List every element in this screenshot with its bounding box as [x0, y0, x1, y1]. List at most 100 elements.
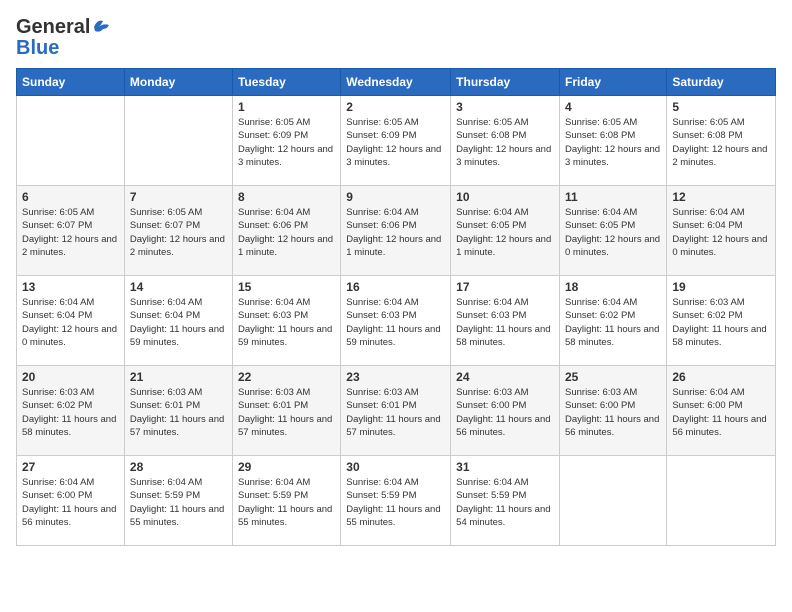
cell-week4-day6: 26 Sunrise: 6:04 AM Sunset: 6:00 PM Dayli… — [667, 366, 776, 456]
cell-week1-day1 — [124, 96, 232, 186]
logo-general: General — [16, 16, 90, 39]
cell-week5-day5 — [560, 456, 667, 546]
cell-week4-day4: 24 Sunrise: 6:03 AM Sunset: 6:00 PM Dayli… — [451, 366, 560, 456]
weekday-header-monday: Monday — [124, 69, 232, 96]
cell-week1-day4: 3 Sunrise: 6:05 AM Sunset: 6:08 PM Daylig… — [451, 96, 560, 186]
page-header: General Blue — [16, 16, 776, 60]
weekday-header-saturday: Saturday — [667, 69, 776, 96]
day-number: 13 — [22, 280, 119, 294]
weekday-header-friday: Friday — [560, 69, 667, 96]
day-info: Sunrise: 6:03 AM Sunset: 6:01 PM Dayligh… — [130, 386, 227, 439]
day-info: Sunrise: 6:03 AM Sunset: 6:00 PM Dayligh… — [565, 386, 661, 439]
day-info: Sunrise: 6:04 AM Sunset: 6:05 PM Dayligh… — [456, 206, 554, 259]
day-number: 31 — [456, 460, 554, 474]
calendar-table: SundayMondayTuesdayWednesdayThursdayFrid… — [16, 68, 776, 546]
week-row-2: 6Sunrise: 6:05 AM Sunset: 6:07 PM Daylig… — [17, 186, 776, 276]
day-number: 28 — [130, 460, 227, 474]
day-info: Sunrise: 6:05 AM Sunset: 6:09 PM Dayligh… — [346, 116, 445, 169]
day-info: Sunrise: 6:04 AM Sunset: 6:00 PM Dayligh… — [672, 386, 770, 439]
day-number: 18 — [565, 280, 661, 294]
week-row-1: 1Sunrise: 6:05 AM Sunset: 6:09 PM Daylig… — [17, 96, 776, 186]
day-number: 7 — [130, 190, 227, 204]
cell-week5-day3: 30Sunrise: 6:04 AM Sunset: 5:59 PM Dayli… — [341, 456, 451, 546]
weekday-header-row: SundayMondayTuesdayWednesdayThursdayFrid… — [17, 69, 776, 96]
day-number: 29 — [238, 460, 335, 474]
day-info: Sunrise: 6:05 AM Sunset: 6:08 PM Dayligh… — [565, 116, 661, 169]
day-number: 21 — [130, 370, 227, 384]
day-info: Sunrise: 6:04 AM Sunset: 6:04 PM Dayligh… — [22, 296, 119, 349]
day-number: 15 — [238, 280, 335, 294]
weekday-header-tuesday: Tuesday — [232, 69, 340, 96]
day-info: Sunrise: 6:05 AM Sunset: 6:08 PM Dayligh… — [456, 116, 554, 169]
cell-week1-day2: 1Sunrise: 6:05 AM Sunset: 6:09 PM Daylig… — [232, 96, 340, 186]
cell-week3-day5: 18 Sunrise: 6:04 AM Sunset: 6:02 PM Dayli… — [560, 276, 667, 366]
day-number: 26 — [672, 370, 770, 384]
day-number: 24 — [456, 370, 554, 384]
weekday-header-wednesday: Wednesday — [341, 69, 451, 96]
cell-week1-day0 — [17, 96, 125, 186]
day-info: Sunrise: 6:03 AM Sunset: 6:02 PM Dayligh… — [22, 386, 119, 439]
cell-week2-day1: 7 Sunrise: 6:05 AM Sunset: 6:07 PM Daylig… — [124, 186, 232, 276]
day-number: 8 — [238, 190, 335, 204]
day-info: Sunrise: 6:04 AM Sunset: 6:04 PM Dayligh… — [130, 296, 227, 349]
cell-week1-day6: 5Sunrise: 6:05 AM Sunset: 6:08 PM Daylig… — [667, 96, 776, 186]
day-number: 14 — [130, 280, 227, 294]
day-number: 19 — [672, 280, 770, 294]
day-number: 25 — [565, 370, 661, 384]
day-info: Sunrise: 6:04 AM Sunset: 6:00 PM Dayligh… — [22, 476, 119, 529]
cell-week4-day3: 23 Sunrise: 6:03 AM Sunset: 6:01 PM Dayli… — [341, 366, 451, 456]
day-number: 16 — [346, 280, 445, 294]
cell-week3-day1: 14 Sunrise: 6:04 AM Sunset: 6:04 PM Dayli… — [124, 276, 232, 366]
cell-week4-day2: 22 Sunrise: 6:03 AM Sunset: 6:01 PM Dayli… — [232, 366, 340, 456]
week-row-4: 20Sunrise: 6:03 AM Sunset: 6:02 PM Dayli… — [17, 366, 776, 456]
cell-week2-day6: 12 Sunrise: 6:04 AM Sunset: 6:04 PM Dayli… — [667, 186, 776, 276]
day-info: Sunrise: 6:04 AM Sunset: 6:03 PM Dayligh… — [346, 296, 445, 349]
day-number: 12 — [672, 190, 770, 204]
day-info: Sunrise: 6:03 AM Sunset: 6:01 PM Dayligh… — [346, 386, 445, 439]
cell-week2-day3: 9Sunrise: 6:04 AM Sunset: 6:06 PM Daylig… — [341, 186, 451, 276]
day-number: 5 — [672, 100, 770, 114]
cell-week1-day3: 2 Sunrise: 6:05 AM Sunset: 6:09 PM Daylig… — [341, 96, 451, 186]
day-info: Sunrise: 6:03 AM Sunset: 6:00 PM Dayligh… — [456, 386, 554, 439]
day-info: Sunrise: 6:05 AM Sunset: 6:07 PM Dayligh… — [130, 206, 227, 259]
bird-icon — [92, 18, 112, 36]
cell-week2-day2: 8Sunrise: 6:04 AM Sunset: 6:06 PM Daylig… — [232, 186, 340, 276]
day-info: Sunrise: 6:04 AM Sunset: 5:59 PM Dayligh… — [346, 476, 445, 529]
cell-week3-day3: 16 Sunrise: 6:04 AM Sunset: 6:03 PM Dayli… — [341, 276, 451, 366]
cell-week2-day5: 11Sunrise: 6:04 AM Sunset: 6:05 PM Dayli… — [560, 186, 667, 276]
logo: General Blue — [16, 16, 112, 60]
day-number: 2 — [346, 100, 445, 114]
day-info: Sunrise: 6:05 AM Sunset: 6:07 PM Dayligh… — [22, 206, 119, 259]
day-number: 9 — [346, 190, 445, 204]
day-info: Sunrise: 6:03 AM Sunset: 6:01 PM Dayligh… — [238, 386, 335, 439]
day-info: Sunrise: 6:04 AM Sunset: 5:59 PM Dayligh… — [130, 476, 227, 529]
day-number: 22 — [238, 370, 335, 384]
cell-week5-day4: 31 Sunrise: 6:04 AM Sunset: 5:59 PM Dayli… — [451, 456, 560, 546]
cell-week3-day0: 13 Sunrise: 6:04 AM Sunset: 6:04 PM Dayli… — [17, 276, 125, 366]
cell-week5-day6 — [667, 456, 776, 546]
cell-week5-day0: 27 Sunrise: 6:04 AM Sunset: 6:00 PM Dayli… — [17, 456, 125, 546]
cell-week3-day6: 19 Sunrise: 6:03 AM Sunset: 6:02 PM Dayli… — [667, 276, 776, 366]
cell-week2-day4: 10 Sunrise: 6:04 AM Sunset: 6:05 PM Dayli… — [451, 186, 560, 276]
day-number: 4 — [565, 100, 661, 114]
day-info: Sunrise: 6:03 AM Sunset: 6:02 PM Dayligh… — [672, 296, 770, 349]
weekday-header-sunday: Sunday — [17, 69, 125, 96]
day-info: Sunrise: 6:04 AM Sunset: 5:59 PM Dayligh… — [238, 476, 335, 529]
day-number: 17 — [456, 280, 554, 294]
day-info: Sunrise: 6:04 AM Sunset: 5:59 PM Dayligh… — [456, 476, 554, 529]
cell-week3-day4: 17Sunrise: 6:04 AM Sunset: 6:03 PM Dayli… — [451, 276, 560, 366]
day-number: 23 — [346, 370, 445, 384]
logo-blue: Blue — [16, 37, 112, 60]
day-number: 27 — [22, 460, 119, 474]
cell-week3-day2: 15 Sunrise: 6:04 AM Sunset: 6:03 PM Dayli… — [232, 276, 340, 366]
day-number: 11 — [565, 190, 661, 204]
day-info: Sunrise: 6:04 AM Sunset: 6:04 PM Dayligh… — [672, 206, 770, 259]
day-number: 3 — [456, 100, 554, 114]
cell-week5-day1: 28 Sunrise: 6:04 AM Sunset: 5:59 PM Dayli… — [124, 456, 232, 546]
day-info: Sunrise: 6:04 AM Sunset: 6:02 PM Dayligh… — [565, 296, 661, 349]
cell-week4-day5: 25 Sunrise: 6:03 AM Sunset: 6:00 PM Dayli… — [560, 366, 667, 456]
cell-week4-day0: 20Sunrise: 6:03 AM Sunset: 6:02 PM Dayli… — [17, 366, 125, 456]
day-info: Sunrise: 6:04 AM Sunset: 6:03 PM Dayligh… — [238, 296, 335, 349]
cell-week5-day2: 29 Sunrise: 6:04 AM Sunset: 5:59 PM Dayli… — [232, 456, 340, 546]
day-number: 10 — [456, 190, 554, 204]
